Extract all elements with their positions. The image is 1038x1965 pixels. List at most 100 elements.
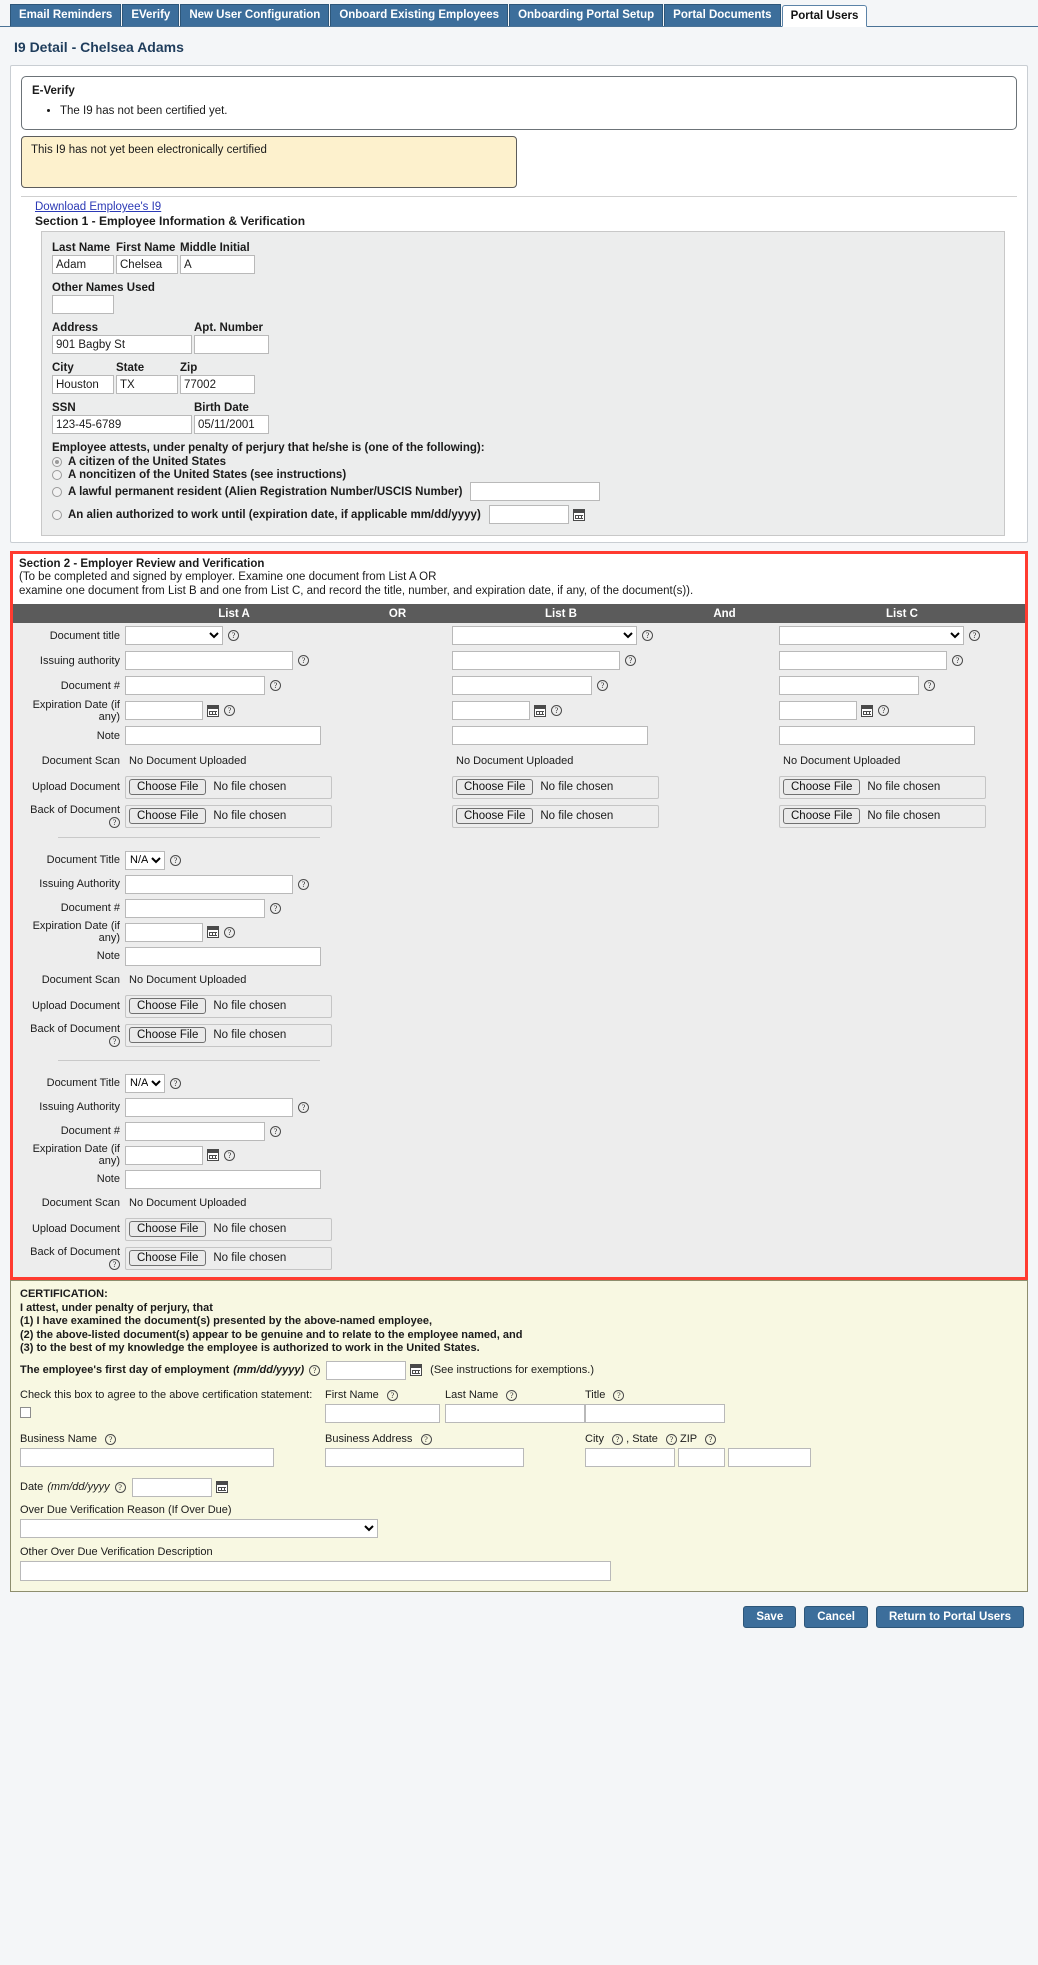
cert-date-input[interactable] — [131, 1477, 212, 1497]
help-icon[interactable]: ? — [612, 1433, 624, 1445]
address-input[interactable] — [52, 335, 192, 354]
calendar-icon[interactable] — [572, 508, 585, 521]
help-icon[interactable]: ? — [270, 902, 281, 914]
help-icon[interactable]: ? — [952, 655, 963, 666]
calendar-icon[interactable] — [410, 1364, 423, 1376]
state-input[interactable] — [116, 375, 178, 394]
overdue-description-input[interactable] — [20, 1560, 611, 1581]
help-icon[interactable]: ? — [386, 1389, 398, 1401]
tab-portal-documents[interactable]: Portal Documents — [664, 4, 781, 26]
list-c-document-title-select[interactable] — [779, 626, 964, 645]
cert-title-input[interactable] — [585, 1403, 725, 1423]
help-icon[interactable]: ? — [969, 630, 980, 641]
ssn-input[interactable] — [52, 415, 192, 434]
list-b-expiration-date-input[interactable] — [452, 701, 530, 720]
cancel-button[interactable]: Cancel — [804, 1605, 868, 1628]
choose-file-button[interactable]: Choose File — [129, 1027, 207, 1043]
help-icon[interactable]: ? — [170, 854, 181, 866]
help-icon[interactable]: ? — [298, 1101, 309, 1113]
list-b-note-input[interactable] — [452, 726, 648, 745]
help-icon[interactable]: ? — [506, 1389, 518, 1401]
help-icon[interactable]: ? — [420, 1433, 432, 1445]
choose-file-button[interactable]: Choose File — [129, 779, 207, 795]
download-employee-i9-link[interactable]: Download Employee's I9 — [21, 199, 161, 213]
list-c-expiration-date-input[interactable] — [779, 701, 857, 720]
calendar-icon[interactable] — [207, 1149, 219, 1161]
list-a-upload-filebox[interactable]: Choose File No file chosen — [125, 775, 332, 799]
middle-initial-input[interactable] — [180, 255, 255, 274]
attestation-option-permanent-resident[interactable]: A lawful permanent resident (Alien Regis… — [52, 482, 992, 501]
apt-number-input[interactable] — [194, 335, 269, 354]
agree-checkbox[interactable] — [20, 1406, 31, 1418]
cert-last-name-input[interactable] — [445, 1403, 585, 1423]
first-day-of-employment-input[interactable] — [326, 1360, 407, 1380]
city-input[interactable] — [52, 375, 114, 394]
list-b-upload-filebox[interactable]: Choose File No file chosen — [452, 775, 659, 799]
tab-new-user-configuration[interactable]: New User Configuration — [180, 4, 330, 26]
block2-back-filebox[interactable]: Choose File No file chosen — [125, 1246, 332, 1270]
help-icon[interactable]: ? — [551, 705, 562, 716]
radio-permanent-resident-icon[interactable] — [52, 486, 62, 497]
list-b-issuing-authority-input[interactable] — [452, 651, 620, 670]
choose-file-button[interactable]: Choose File — [783, 779, 861, 795]
help-icon[interactable]: ? — [309, 1364, 321, 1376]
list-c-upload-filebox[interactable]: Choose File No file chosen — [779, 775, 986, 799]
list-a-document-number-input[interactable] — [125, 676, 265, 695]
tab-onboarding-portal-setup[interactable]: Onboarding Portal Setup — [509, 4, 664, 26]
save-button[interactable]: Save — [743, 1605, 797, 1628]
radio-citizen-icon[interactable] — [52, 457, 62, 467]
help-icon[interactable]: ? — [109, 1036, 120, 1047]
business-name-input[interactable] — [20, 1447, 274, 1467]
other-names-input[interactable] — [52, 295, 114, 314]
block1-expiration-date-input[interactable] — [125, 922, 203, 942]
block2-document-number-input[interactable] — [125, 1121, 265, 1141]
list-a-note-input[interactable] — [125, 726, 321, 745]
block2-document-title-select[interactable]: N/A — [125, 1073, 165, 1093]
tab-email-reminders[interactable]: Email Reminders — [10, 4, 122, 26]
help-icon[interactable]: ? — [270, 680, 281, 691]
calendar-icon[interactable] — [215, 1481, 228, 1493]
calendar-icon[interactable] — [207, 704, 219, 717]
help-icon[interactable]: ? — [224, 705, 235, 716]
overdue-reason-select[interactable] — [20, 1518, 378, 1538]
block1-back-filebox[interactable]: Choose File No file chosen — [125, 1023, 332, 1047]
list-c-note-input[interactable] — [779, 726, 975, 745]
cert-first-name-input[interactable] — [325, 1403, 440, 1423]
list-b-document-number-input[interactable] — [452, 676, 592, 695]
list-b-back-filebox[interactable]: Choose File No file chosen — [452, 804, 659, 828]
work-until-date-input[interactable] — [488, 505, 569, 524]
block2-upload-filebox[interactable]: Choose File No file chosen — [125, 1217, 332, 1241]
list-a-issuing-authority-input[interactable] — [125, 651, 293, 670]
zip-input[interactable] — [180, 375, 255, 394]
radio-alien-authorized-icon[interactable] — [52, 509, 62, 520]
list-a-expiration-date-input[interactable] — [125, 701, 203, 720]
help-icon[interactable]: ? — [170, 1077, 181, 1089]
last-name-input[interactable] — [52, 255, 114, 274]
list-a-document-title-select[interactable] — [125, 626, 223, 645]
help-icon[interactable]: ? — [224, 1149, 235, 1161]
help-icon[interactable]: ? — [924, 680, 935, 691]
calendar-icon[interactable] — [534, 704, 546, 717]
choose-file-button[interactable]: Choose File — [129, 998, 207, 1014]
help-icon[interactable]: ? — [704, 1433, 716, 1445]
list-c-document-number-input[interactable] — [779, 676, 919, 695]
help-icon[interactable]: ? — [613, 1389, 625, 1401]
block1-upload-filebox[interactable]: Choose File No file chosen — [125, 994, 332, 1018]
help-icon[interactable]: ? — [224, 926, 235, 938]
help-icon[interactable]: ? — [625, 655, 636, 666]
block2-expiration-date-input[interactable] — [125, 1145, 203, 1165]
help-icon[interactable]: ? — [597, 680, 608, 691]
block1-issuing-authority-input[interactable] — [125, 874, 293, 894]
help-icon[interactable]: ? — [298, 655, 309, 666]
tab-everify[interactable]: EVerify — [122, 4, 180, 26]
list-a-back-filebox[interactable]: Choose File No file chosen — [125, 804, 332, 828]
choose-file-button[interactable]: Choose File — [129, 808, 207, 824]
choose-file-button[interactable]: Choose File — [456, 808, 534, 824]
help-icon[interactable]: ? — [878, 705, 889, 716]
radio-noncitizen-icon[interactable] — [52, 470, 62, 480]
help-icon[interactable]: ? — [298, 878, 309, 890]
choose-file-button[interactable]: Choose File — [456, 779, 534, 795]
calendar-icon[interactable] — [861, 704, 873, 717]
help-icon[interactable]: ? — [109, 817, 120, 828]
help-icon[interactable]: ? — [665, 1433, 677, 1445]
